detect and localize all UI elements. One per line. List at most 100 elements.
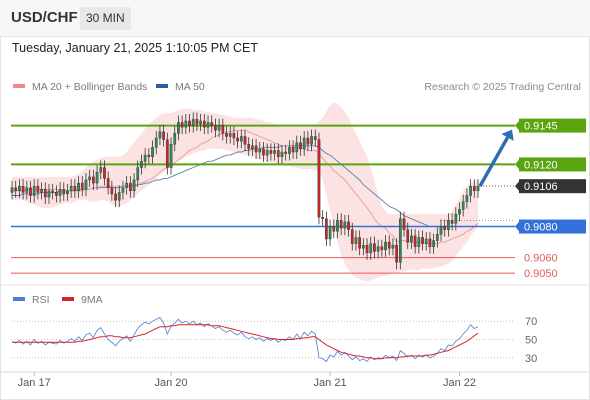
candle-body-7 — [36, 185, 40, 193]
candle-body-22 — [92, 176, 95, 184]
candle-body-100 — [380, 246, 384, 251]
candle-body-59 — [228, 133, 232, 137]
candle-body-123 — [465, 195, 469, 202]
candle-body-33 — [132, 179, 136, 192]
candle-body-63 — [243, 136, 247, 145]
chart-stage: USD/CHF 30 MIN Tuesday, January 21, 2025… — [0, 0, 590, 400]
candle-body-45 — [177, 122, 180, 134]
candle-body-15 — [66, 190, 69, 195]
candle-body-2 — [18, 185, 21, 192]
candle-body-53 — [206, 122, 210, 128]
candle-body-49 — [191, 119, 195, 126]
current-price-label: 0.9106 — [524, 181, 558, 193]
candle-body-14 — [62, 189, 66, 195]
legend-label-1: MA 50 — [175, 81, 205, 93]
candle-body-109 — [413, 235, 417, 247]
candle-body-91 — [347, 221, 350, 230]
candle-body-39 — [154, 137, 158, 148]
candle-body-81 — [310, 136, 313, 145]
candle-body-13 — [58, 189, 62, 196]
candle-body-110 — [417, 237, 421, 247]
candle-body-92 — [350, 229, 354, 244]
candle-body-50 — [195, 119, 199, 125]
credit-label: Research © 2025 Trading Central — [424, 81, 581, 93]
candle-body-26 — [106, 178, 110, 188]
candle-body-36 — [143, 154, 147, 162]
candle-body-57 — [221, 125, 225, 134]
candle-body-29 — [117, 192, 121, 201]
candle-body-61 — [236, 137, 239, 142]
level-label-2: 0.9080 — [524, 222, 558, 234]
candle-body-4 — [25, 187, 29, 193]
candle-body-114 — [432, 240, 435, 247]
candle-body-23 — [95, 171, 99, 184]
candle-body-117 — [443, 226, 447, 230]
candle-body-68 — [262, 148, 265, 156]
candle-body-64 — [247, 144, 251, 150]
candle-body-41 — [162, 131, 165, 140]
candle-body-113 — [428, 238, 432, 247]
candle-body-82 — [313, 136, 317, 140]
candle-body-103 — [391, 244, 395, 249]
forecast-arrow-shaft — [478, 136, 510, 188]
candle-body-107 — [406, 229, 410, 243]
candle-body-35 — [140, 161, 143, 168]
rsi-legend-swatch-1 — [62, 297, 74, 301]
candle-body-69 — [265, 150, 269, 156]
level-label-3: 0.9060 — [524, 253, 558, 265]
candle-body-9 — [43, 189, 47, 198]
candle-body-44 — [173, 133, 177, 145]
candle-body-84 — [321, 217, 325, 219]
candle-body-120 — [454, 213, 458, 224]
candle-body-73 — [280, 151, 284, 157]
rsi-tick-0: 70 — [525, 316, 537, 328]
level-label-0: 0.9145 — [524, 121, 558, 133]
candle-body-121 — [458, 209, 461, 215]
candle-body-93 — [354, 237, 358, 244]
candle-body-62 — [239, 136, 243, 142]
x-tick-label-3: Jan 22 — [443, 377, 476, 389]
candle-body-72 — [276, 150, 280, 157]
candle-body-0 — [10, 187, 14, 193]
x-tick-label-1: Jan 20 — [155, 377, 188, 389]
candle-body-21 — [88, 176, 92, 181]
candle-body-102 — [387, 241, 391, 249]
candle-body-78 — [299, 142, 302, 150]
rsi-tick-1: 50 — [525, 335, 537, 347]
legend-swatch-0 — [13, 84, 25, 88]
rsi-series-line-1 — [12, 324, 479, 360]
candle-body-86 — [328, 226, 332, 240]
candle-body-77 — [295, 142, 299, 153]
candle-body-65 — [251, 145, 254, 150]
candle-body-5 — [29, 187, 32, 196]
candle-body-87 — [332, 226, 336, 232]
candle-body-97 — [369, 243, 373, 254]
legend-label-0: MA 20 + Bollinger Bands — [32, 81, 147, 93]
candle-body-28 — [114, 193, 117, 201]
candle-body-60 — [232, 133, 236, 139]
candle-body-116 — [439, 226, 443, 235]
candle-body-96 — [365, 244, 369, 254]
candle-body-11 — [51, 190, 55, 193]
rsi-tick-2: 30 — [525, 353, 537, 365]
candle-body-101 — [384, 241, 387, 251]
candle-body-89 — [339, 220, 343, 229]
candle-body-55 — [214, 125, 217, 131]
candle-body-42 — [165, 139, 169, 168]
candle-body-19 — [80, 182, 84, 190]
candle-body-112 — [424, 238, 428, 244]
candle-body-99 — [376, 246, 380, 252]
candle-body-119 — [450, 220, 454, 224]
candle-body-126 — [476, 185, 480, 192]
candle-body-106 — [402, 218, 406, 230]
candle-body-56 — [217, 125, 221, 131]
candle-body-115 — [435, 234, 439, 241]
x-tick-label-0: Jan 17 — [18, 377, 51, 389]
rsi-legend-label-0: RSI — [32, 294, 50, 306]
legend-swatch-1 — [156, 84, 168, 88]
candle-body-51 — [199, 120, 202, 125]
candle-body-27 — [110, 187, 114, 195]
candle-body-10 — [47, 190, 51, 198]
candle-body-43 — [169, 144, 173, 168]
candle-body-58 — [225, 133, 228, 137]
